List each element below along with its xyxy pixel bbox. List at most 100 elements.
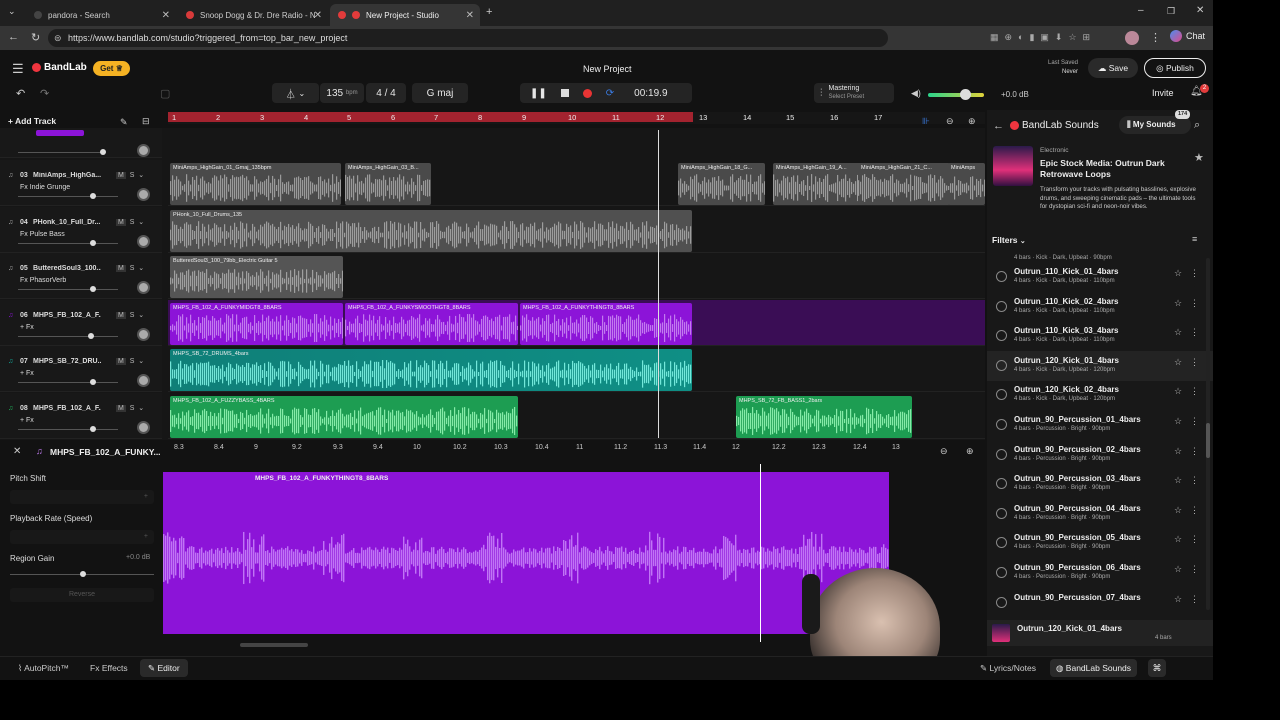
track-fx[interactable]: Fx Pulse Bass [20, 231, 65, 238]
star-icon[interactable]: ☆ [1174, 298, 1182, 309]
track-name-text[interactable]: MiniAmps_HighGa... [33, 172, 101, 179]
region-gain-slider[interactable] [10, 571, 154, 577]
mute-button[interactable]: M [116, 405, 126, 412]
maximize-icon[interactable]: ❐ [1167, 6, 1175, 17]
track-lane[interactable]: MHPS_FB_102_A_FUZZYBASS_4BARS MHPS_SB_72_… [168, 393, 985, 439]
my-sounds-button[interactable]: ⫼ My Sounds 174 [1119, 110, 1191, 134]
track-mute-solo[interactable]: M S ⌄ [116, 171, 144, 179]
site-info-icon[interactable]: ⊜ [54, 29, 62, 47]
track-volume-slider[interactable] [18, 240, 118, 246]
sound-preview-icon[interactable] [996, 330, 1007, 342]
close-editor-icon[interactable]: ✕ [13, 446, 21, 457]
sound-list-item[interactable]: Outrun_120_Kick_02_4bars 4 bars · Kick · … [987, 380, 1213, 410]
project-title[interactable]: New Project [583, 64, 632, 74]
sound-preview-icon[interactable] [996, 419, 1007, 430]
chevron-down-icon[interactable]: ⌄ [138, 265, 144, 272]
star-icon[interactable]: ☆ [1174, 564, 1182, 575]
solo-button[interactable]: S [130, 312, 135, 319]
track-name-text[interactable]: PHonk_10_Full_Dr... [33, 219, 101, 226]
master-volume-slider[interactable] [928, 89, 984, 100]
sound-list-item[interactable]: Outrun_90_Percussion_02_4bars 4 bars · Pe… [987, 440, 1213, 470]
solo-button[interactable]: S [130, 265, 135, 272]
audio-clip[interactable]: MiniAmps_HighGain_01_Gmaj_135bpm [170, 163, 341, 205]
star-icon[interactable]: ☆ [1174, 446, 1182, 457]
more-icon[interactable]: ⋮ [1190, 357, 1199, 368]
track-fx[interactable]: + Fx [20, 370, 34, 377]
window-close-icon[interactable]: ✕ [1196, 5, 1204, 16]
mute-button[interactable]: M [116, 265, 126, 272]
metronome-button[interactable]: ⏃ ⌄ [272, 83, 319, 103]
track-pan-knob[interactable] [137, 144, 150, 157]
pack-title[interactable]: Epic Stock Media: Outrun Dark Retrowave … [1040, 158, 1190, 180]
more-icon[interactable]: ⋮ [1190, 386, 1199, 397]
browser-menu-icon[interactable]: ⋮ [1150, 31, 1161, 44]
tab-close-icon[interactable]: ✕ [466, 10, 474, 21]
audio-clip[interactable]: MHPS_FB_102_A_FUNKYSMOOTHGT8_8BARS [345, 303, 518, 345]
audio-clip[interactable]: MiniAmps_HighGain_03_B... [345, 163, 431, 205]
audio-clip[interactable]: MiniAmps_HighGain_21_C... [858, 163, 950, 205]
editor-ruler[interactable]: 8.3 8.4 9 9.2 9.3 9.4 10 10.2 10.3 10.4 11 11.2 11.3… [168, 442, 913, 454]
record-icon[interactable] [582, 88, 592, 98]
editor-zoom-out-icon[interactable]: ⊖ [940, 446, 948, 457]
region-gain-thumb[interactable] [80, 571, 86, 577]
reverse-button[interactable]: Reverse [10, 588, 154, 602]
track-volume-slider[interactable] [18, 426, 118, 432]
track-lane[interactable]: MiniAmps_HighGain_01_Gmaj_135bpm MiniAmps… [168, 160, 985, 206]
audio-clip[interactable]: PHonk_10_Full_Drums_135 [170, 210, 692, 252]
bandlab-sounds-button[interactable]: ◍ BandLab Sounds [1050, 659, 1138, 677]
save-button[interactable]: ☁ Save [1088, 58, 1138, 78]
sound-preview-icon[interactable] [996, 567, 1007, 578]
sound-preview-icon[interactable] [996, 448, 1007, 460]
more-icon[interactable]: ⋮ [1190, 268, 1199, 279]
sound-preview-icon[interactable] [996, 478, 1007, 490]
track-mute-solo[interactable]: M S ⌄ [116, 218, 144, 226]
audio-clip[interactable]: MHPS_FB_102_A_FUZZYBASS_4BARS [170, 396, 518, 438]
chevron-down-icon[interactable]: ⌄ [138, 405, 144, 412]
sound-list-item[interactable]: Outrun_120_Kick_01_4bars 4 bars · Kick · … [987, 350, 1213, 381]
audio-clip[interactable]: MiniAmps_HighGain_19_A... [773, 163, 862, 205]
playback-rate-stepper[interactable]: + [10, 530, 154, 544]
key-field[interactable]: G maj [412, 83, 468, 103]
chevron-down-icon[interactable]: ⌄ [138, 172, 144, 179]
audio-clip[interactable]: MiniAmps [948, 163, 985, 205]
chevron-down-icon[interactable]: ⌄ [138, 358, 144, 365]
mute-button[interactable]: M [116, 172, 126, 179]
invite-button[interactable]: Invite [1152, 88, 1174, 98]
zoom-out-icon[interactable]: ⊖ [946, 116, 954, 127]
star-icon[interactable]: ☆ [1174, 416, 1182, 427]
sounds-search-icon[interactable]: ⌕ [1194, 119, 1200, 132]
tab-list-icon[interactable]: ⌄ [8, 6, 16, 17]
track-volume-slider[interactable] [18, 193, 118, 199]
track-pan-knob[interactable] [137, 188, 150, 201]
filters-button[interactable]: Filters ⌄ [992, 235, 1026, 245]
audio-clip[interactable]: MHPS_FB_102_A_FUNKYMIDGT8_8BARS [170, 303, 343, 345]
mute-button[interactable]: M [116, 358, 126, 365]
track-name-text[interactable]: MHPS_FB_102_A_F... [33, 405, 101, 412]
snap-icon[interactable]: ▢ [160, 87, 170, 100]
track-fx[interactable]: Fx PhasorVerb [20, 277, 66, 284]
undo-icon[interactable]: ↶ [16, 87, 25, 100]
track-name-text[interactable]: ButteredSoul3_100... [33, 265, 101, 272]
notification-button[interactable]: 🔔︎ 2 [1190, 84, 1209, 97]
track-mute-solo[interactable]: M S ⌄ [116, 404, 144, 412]
track-pan-knob[interactable] [137, 421, 150, 434]
track-volume-slider[interactable] [18, 379, 118, 385]
mute-button[interactable]: M [116, 219, 126, 226]
more-icon[interactable]: ⋮ [1190, 475, 1199, 486]
editor-playhead[interactable] [760, 464, 761, 642]
solo-button[interactable]: S [130, 219, 135, 226]
track-header[interactable]: ♫ 07 MHPS_SB_72_DRU... + Fx M S ⌄ [0, 346, 162, 392]
more-icon[interactable]: ⋮ [1190, 594, 1199, 605]
tab-snoop[interactable]: Snoop Dogg & Dr. Dre Radio - Now ✕ [178, 4, 328, 26]
track-pan-knob[interactable] [137, 374, 150, 387]
mastering-button[interactable]: ⫶ Mastering Select Preset [814, 83, 894, 103]
tab-new-project[interactable]: New Project - Studio ✕ [330, 4, 480, 26]
track-fx[interactable]: + Fx [20, 324, 34, 331]
lyrics-button[interactable]: ✎ Lyrics/Notes [980, 663, 1036, 674]
pitch-shift-stepper[interactable]: + [10, 490, 154, 504]
sounds-scroll-thumb[interactable] [1206, 423, 1210, 458]
track-lane[interactable]: ButteredSoul3_100_79bb_Electric Guitar 5 [168, 253, 985, 299]
volume-thumb[interactable] [960, 89, 971, 100]
now-playing-bar[interactable]: Outrun_120_Kick_01_4bars 4 bars [987, 620, 1213, 646]
sound-list-item[interactable]: Outrun_90_Percussion_06_4bars 4 bars · Pe… [987, 558, 1213, 588]
